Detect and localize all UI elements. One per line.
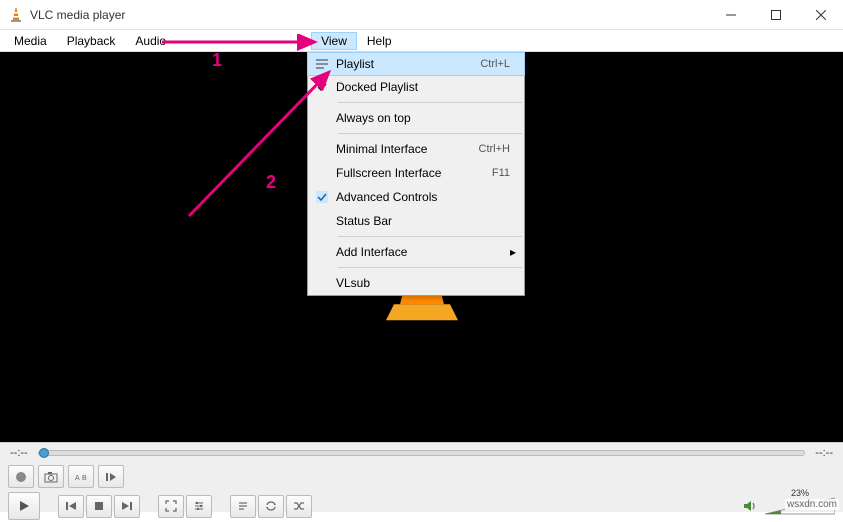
time-bar: --:-- --:-- (0, 443, 843, 463)
loop-button[interactable] (258, 495, 284, 518)
dropdown-status-bar[interactable]: Status Bar (308, 209, 524, 233)
checkmark-icon (308, 81, 336, 93)
menu-help[interactable]: Help (357, 32, 402, 50)
ext-settings-button[interactable] (186, 495, 212, 518)
close-button[interactable] (798, 0, 843, 30)
dropdown-label: Playlist (336, 57, 480, 71)
svg-text:A: A (75, 475, 80, 482)
playlist-button[interactable] (230, 495, 256, 518)
window-title: VLC media player (30, 8, 708, 22)
watermark: wsxdn.com (785, 499, 839, 510)
advanced-toolbar: AB (0, 463, 843, 490)
next-button[interactable] (114, 495, 140, 518)
dropdown-always-on-top[interactable]: Always on top (308, 106, 524, 130)
window-controls (708, 0, 843, 30)
dropdown-fullscreen-interface[interactable]: Fullscreen Interface F11 (308, 161, 524, 185)
annotation-label-1: 1 (212, 50, 222, 71)
submenu-chevron-icon: ▸ (510, 245, 516, 259)
shuffle-button[interactable] (286, 495, 312, 518)
seek-knob[interactable] (39, 448, 49, 458)
dropdown-playlist[interactable]: Playlist Ctrl+L (307, 52, 525, 76)
bottom-panel: --:-- --:-- AB 23% (0, 442, 843, 512)
annotation-label-2: 2 (266, 172, 276, 193)
dropdown-docked-playlist[interactable]: Docked Playlist (308, 75, 524, 99)
dropdown-minimal-interface[interactable]: Minimal Interface Ctrl+H (308, 137, 524, 161)
stop-button[interactable] (86, 495, 112, 518)
speaker-icon (743, 499, 759, 513)
dropdown-label: VLsub (336, 276, 510, 290)
dropdown-advanced-controls[interactable]: Advanced Controls (308, 185, 524, 209)
dropdown-separator (338, 133, 522, 134)
vlc-icon (8, 7, 24, 23)
dropdown-label: Always on top (336, 111, 510, 125)
dropdown-shortcut: F11 (492, 167, 510, 179)
menu-audio[interactable]: Audio (125, 32, 176, 50)
time-total: --:-- (815, 447, 833, 459)
checkmark-icon (308, 191, 336, 203)
dropdown-label: Minimal Interface (336, 142, 479, 156)
dropdown-shortcut: Ctrl+H (479, 143, 510, 155)
svg-text:B: B (82, 475, 87, 482)
dropdown-separator (338, 102, 522, 103)
dropdown-label: Advanced Controls (336, 190, 510, 204)
menu-playback[interactable]: Playback (57, 32, 126, 50)
fullscreen-button[interactable] (158, 495, 184, 518)
frame-step-button[interactable] (98, 465, 124, 488)
titlebar: VLC media player (0, 0, 843, 30)
dropdown-add-interface[interactable]: Add Interface ▸ (308, 240, 524, 264)
menu-media[interactable]: Media (4, 32, 57, 50)
view-dropdown: Playlist Ctrl+L Docked Playlist Always o… (307, 52, 525, 296)
seek-slider[interactable] (38, 450, 806, 456)
dropdown-label: Fullscreen Interface (336, 166, 492, 180)
minimize-button[interactable] (708, 0, 753, 30)
snapshot-button[interactable] (38, 465, 64, 488)
dropdown-separator (338, 267, 522, 268)
dropdown-label: Add Interface (336, 245, 510, 259)
menubar: Media Playback Audio View Help (0, 30, 843, 52)
volume-percent: 23% (791, 488, 809, 498)
dropdown-label: Docked Playlist (336, 80, 510, 94)
dropdown-vlsub[interactable]: VLsub (308, 271, 524, 295)
time-elapsed: --:-- (10, 447, 28, 459)
record-button[interactable] (8, 465, 34, 488)
dropdown-shortcut: Ctrl+L (480, 58, 510, 70)
main-toolbar: 23% (0, 490, 843, 522)
playlist-icon (308, 58, 336, 70)
maximize-button[interactable] (753, 0, 798, 30)
dropdown-label: Status Bar (336, 214, 510, 228)
play-button[interactable] (8, 492, 40, 520)
loop-ab-button[interactable]: AB (68, 465, 94, 488)
dropdown-separator (338, 236, 522, 237)
prev-button[interactable] (58, 495, 84, 518)
menu-view[interactable]: View (311, 32, 357, 50)
